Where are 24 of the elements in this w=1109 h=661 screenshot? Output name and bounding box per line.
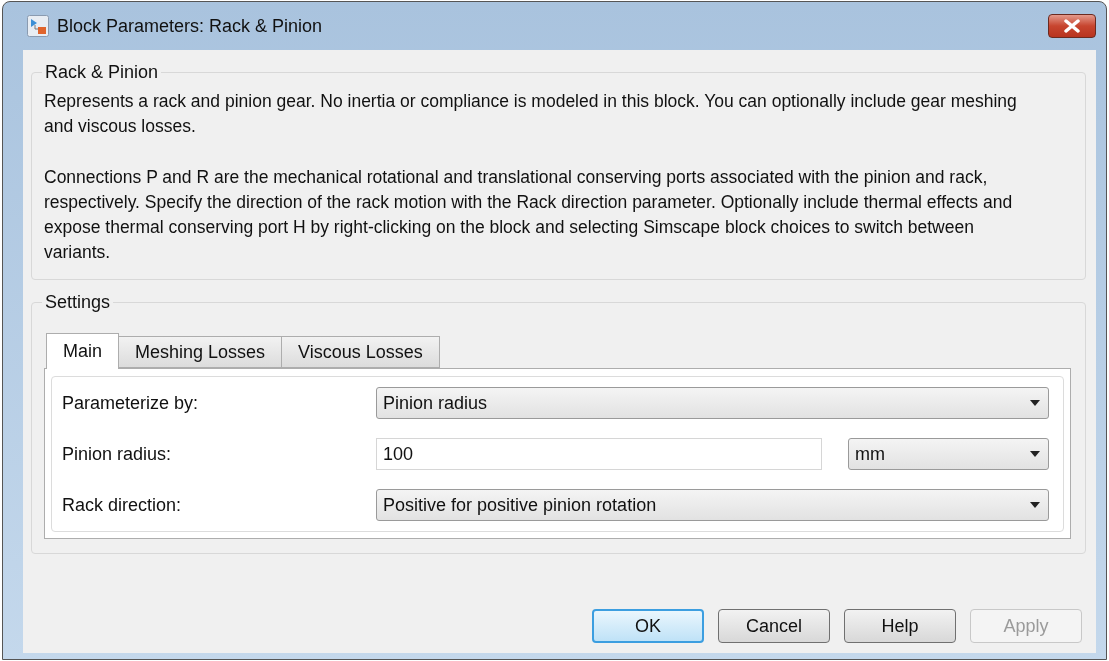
tab[interactable]: Meshing Losses [118, 336, 283, 368]
group-title: Settings [44, 292, 112, 313]
close-button[interactable] [1048, 14, 1096, 38]
description-text: Connections P and R are the mechanical rotational and translational conserving ports associated with the pinion and rack, respectively. Specify the direction of the rack motion with the Rack direction parameter. Optionally include thermal effects and expose thermal conserving port H by right-clicking on the block and selecting Simscape block choices to switch between variants. [44, 166, 1014, 264]
tab[interactable]: Viscous Losses [281, 336, 440, 368]
caret-icon [1030, 502, 1040, 508]
parameter-label: Rack direction: [62, 494, 183, 516]
group-title: Rack & Pinion [44, 62, 160, 83]
dropdown[interactable]: Positive for positive pinion rotation [376, 489, 1049, 521]
input-field[interactable]: 100 [376, 438, 822, 470]
caret-icon [1030, 400, 1040, 406]
unit-dropdown[interactable]: mm [848, 438, 1049, 470]
window-title: Block Parameters: Rack & Pinion [57, 15, 324, 37]
caret-icon [1030, 451, 1040, 457]
parameter-label: Parameterize by: [62, 392, 200, 414]
block-icon [27, 15, 49, 37]
tab[interactable]: Main [46, 333, 119, 369]
dialog-button[interactable]: Cancel [718, 609, 830, 643]
dropdown[interactable]: Pinion radius [376, 387, 1049, 419]
dialog-button[interactable]: OK [592, 609, 704, 643]
dialog-button[interactable]: Help [844, 609, 956, 643]
description-text: Represents a rack and pinion gear. No inertia or compliance is modeled in this block. You can optionally include gear meshing and viscous losses. [44, 90, 1018, 138]
parameter-label: Pinion radius: [62, 443, 173, 465]
close-icon [1063, 19, 1081, 33]
